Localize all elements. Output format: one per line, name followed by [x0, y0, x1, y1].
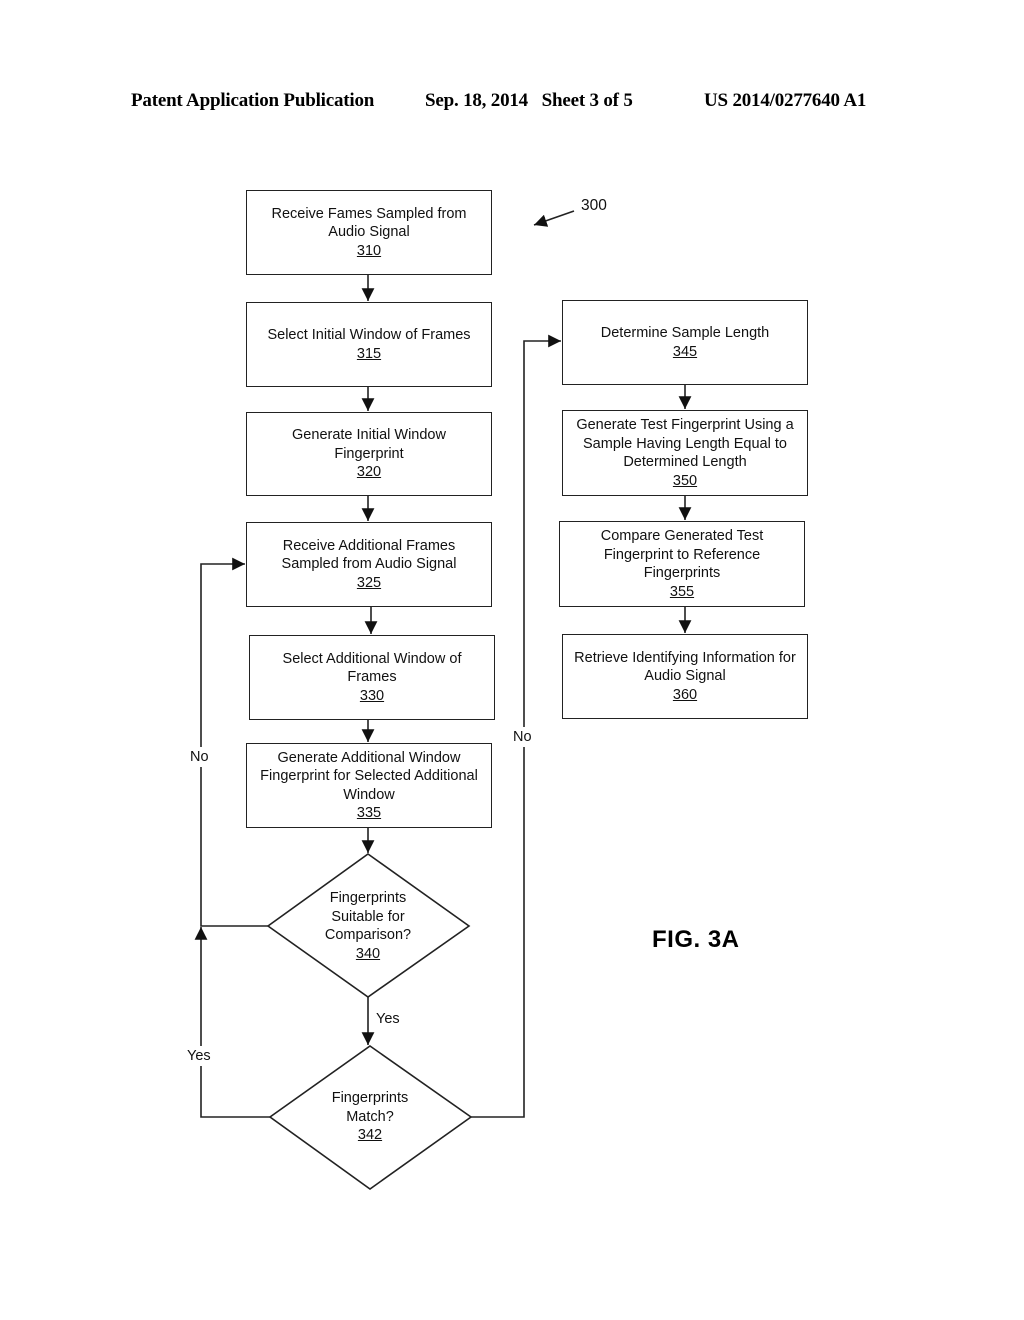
step-310-line: Audio Signal: [328, 224, 410, 241]
step-310-ref: 310: [356, 242, 382, 259]
ref-300-arrow: [533, 210, 575, 227]
step-350-ref: 350: [672, 472, 698, 489]
step-355-line: Fingerprint to Reference: [603, 546, 761, 563]
decision-342-text: Fingerprints Match? 342: [300, 1089, 440, 1145]
step-330-ref: 330: [359, 687, 385, 704]
step-325-line: Receive Additional Frames: [282, 537, 456, 554]
flowchart-connectors: [194, 210, 692, 1190]
step-350-box: Generate Test Fingerprint Using a Sample…: [562, 410, 808, 496]
step-330-line: Select Additional Window of: [282, 650, 462, 667]
step-360-ref: 360: [672, 686, 698, 703]
step-310-line: Receive Fames Sampled from: [271, 205, 467, 222]
step-325-line: Sampled from Audio Signal: [281, 556, 457, 573]
decision-340-text: Fingerprints Suitable for Comparison? 34…: [298, 889, 438, 963]
step-345-ref: 345: [672, 343, 698, 360]
step-330-box: Select Additional Window of Frames 330: [249, 635, 495, 720]
step-325-ref: 325: [356, 574, 382, 591]
step-330-line: Frames: [347, 669, 397, 686]
figure-ref-number: 300: [581, 197, 607, 214]
step-335-box: Generate Additional Window Fingerprint f…: [246, 743, 492, 828]
decision-342-ref: 342: [357, 1127, 383, 1143]
decision-342-line: Match?: [346, 1108, 394, 1125]
step-320-line: Generate Initial Window: [292, 427, 446, 444]
edge-label-342-no: No: [513, 727, 532, 747]
step-325-box: Receive Additional Frames Sampled from A…: [246, 522, 492, 607]
step-360-line: Audio Signal: [644, 668, 726, 685]
step-335-ref: 335: [356, 805, 382, 821]
step-315-box: Select Initial Window of Frames 315: [246, 302, 492, 387]
step-355-box: Compare Generated Test Fingerprint to Re…: [559, 521, 805, 607]
arrow-342-yes-to-loop: [194, 927, 270, 1118]
step-320-line: Fingerprint: [334, 445, 404, 462]
edge-label-340-yes: Yes: [376, 1011, 400, 1027]
step-350-line: Sample Having Length Equal to: [583, 435, 787, 452]
edge-label-340-no: No: [190, 747, 209, 767]
figure-label: FIG. 3A: [652, 926, 740, 953]
decision-340-line: Fingerprints: [329, 890, 407, 906]
step-355-ref: 355: [669, 583, 695, 600]
step-355-line: Fingerprints: [643, 565, 721, 581]
decision-340-line: Comparison?: [324, 927, 412, 943]
step-335-line: Generate Additional Window: [277, 749, 461, 766]
step-355-line: Compare Generated Test: [600, 528, 764, 544]
decision-340-line: Suitable for: [331, 908, 405, 925]
decision-342-line: Fingerprints: [331, 1090, 409, 1106]
step-360-line: Retrieve Identifying Information for: [574, 649, 796, 666]
step-315-line: Select Initial Window of Frames: [267, 327, 471, 343]
decision-340-ref: 340: [355, 945, 381, 962]
step-360-box: Retrieve Identifying Information for Aud…: [562, 634, 808, 719]
step-350-line: Determined Length: [623, 454, 747, 470]
step-335-line: Fingerprint for Selected Additional: [260, 768, 478, 784]
step-310-box: Receive Fames Sampled from Audio Signal …: [246, 190, 492, 275]
step-320-box: Generate Initial Window Fingerprint 320: [246, 412, 492, 496]
step-350-line: Generate Test Fingerprint Using a: [576, 417, 794, 433]
step-315-ref: 315: [356, 345, 382, 362]
step-345-box: Determine Sample Length 345: [562, 300, 808, 385]
step-345-line: Determine Sample Length: [600, 325, 770, 341]
step-335-line: Window: [343, 786, 395, 803]
edge-label-342-yes: Yes: [187, 1046, 211, 1066]
step-320-ref: 320: [356, 464, 382, 481]
